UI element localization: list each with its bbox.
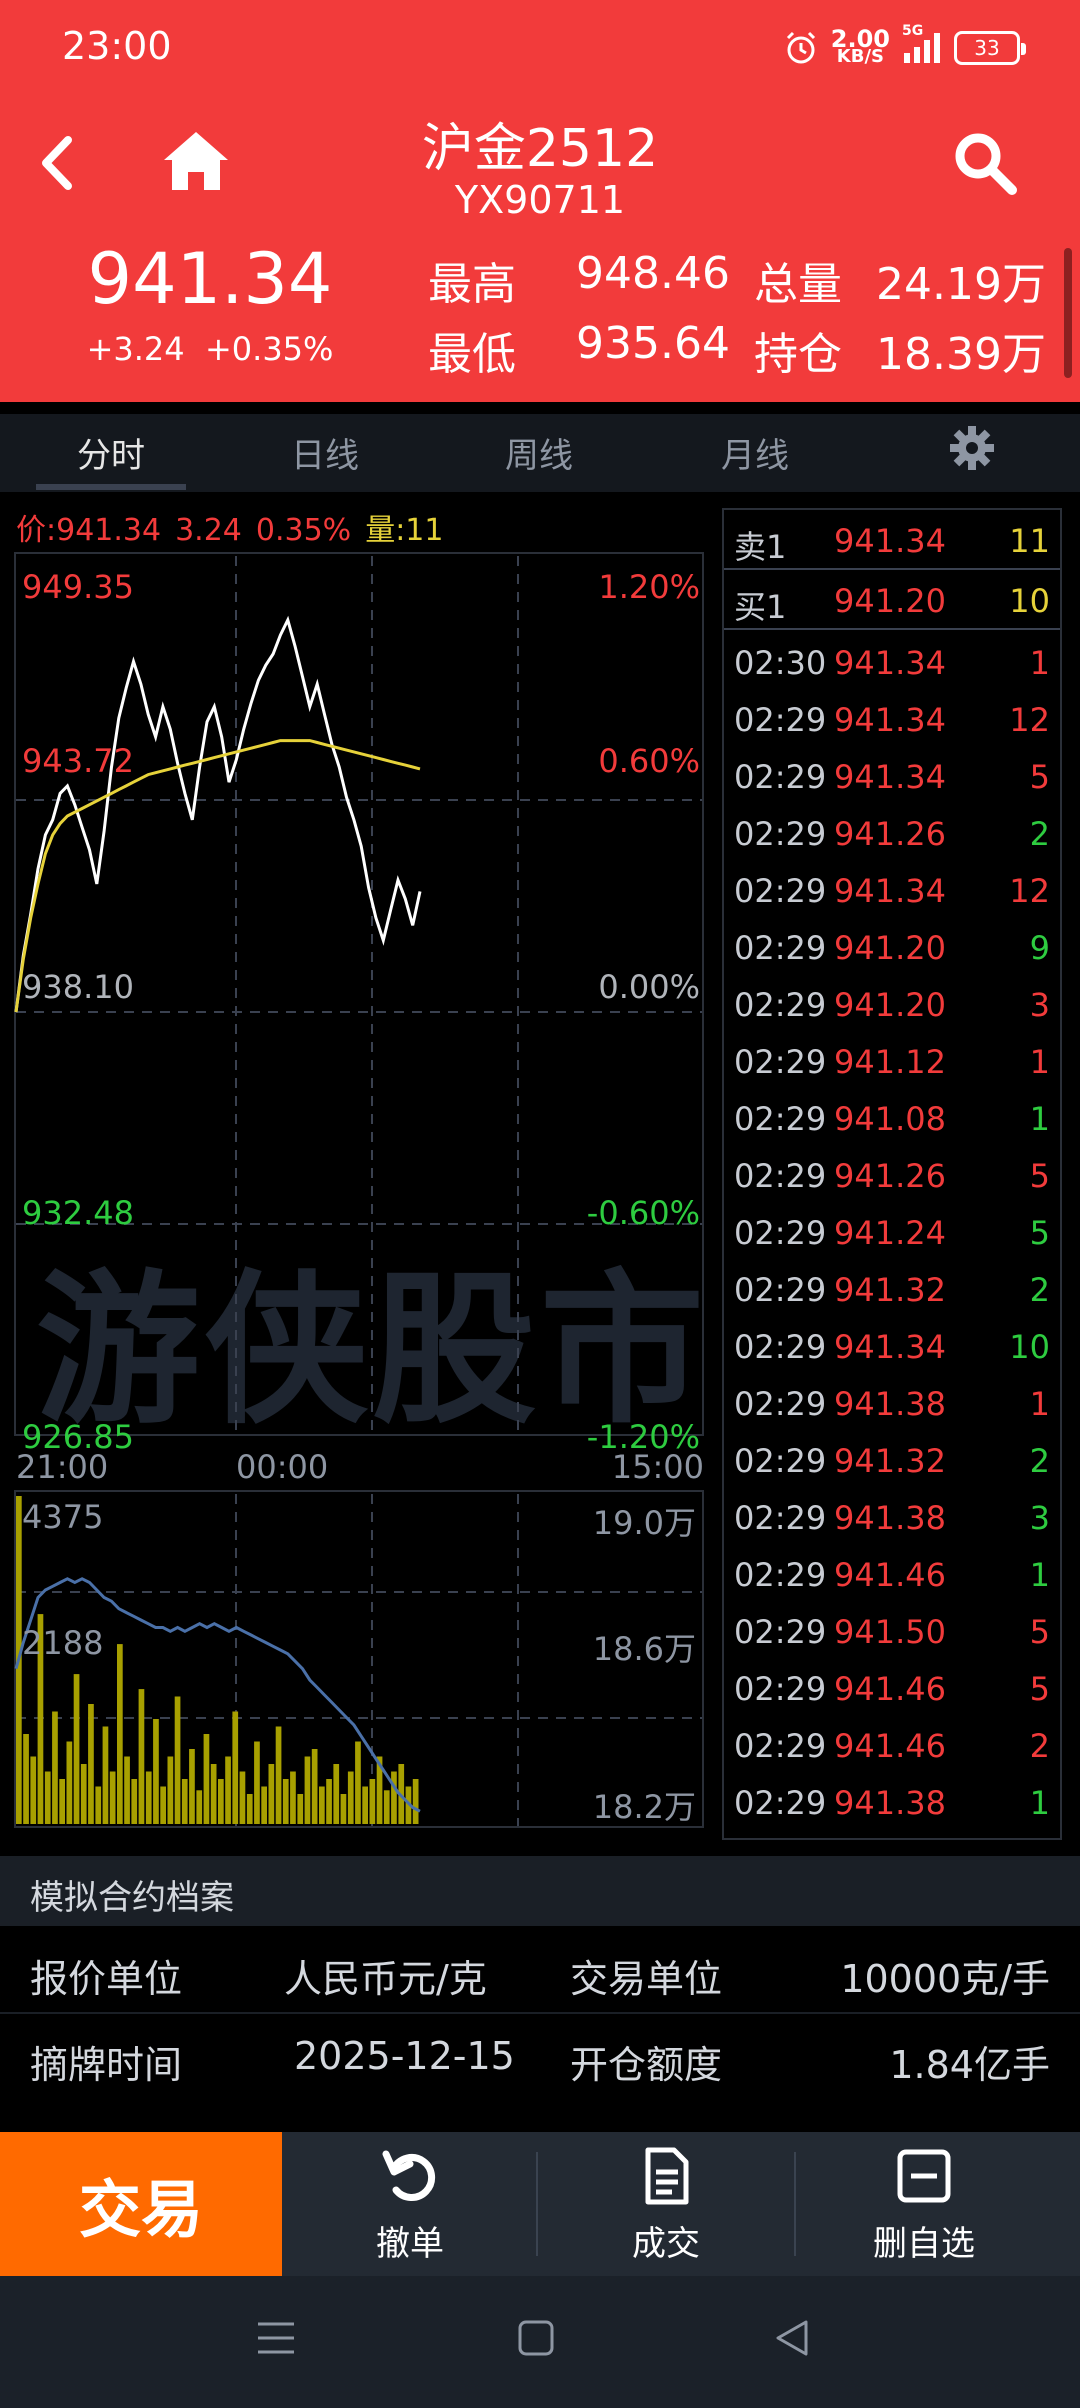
time-tick-label: 15:00 [611, 1448, 704, 1486]
back-arrow-icon[interactable] [28, 128, 88, 198]
price-tick-label: 938.10 [22, 968, 134, 1006]
chart-vol-label: 量 [365, 513, 396, 548]
document-icon [645, 2147, 689, 2205]
home-square-icon[interactable] [516, 2316, 556, 2360]
trade-row: 02:29 941.46 1 [734, 1556, 1050, 1594]
trade-row: 02:29 941.20 3 [734, 986, 1050, 1024]
back-triangle-icon[interactable] [772, 2316, 812, 2360]
contract-info-row: 报价单位 人民币元/克 交易单位 10000克/手 [30, 1957, 1050, 2001]
cancel-order-button[interactable]: 撤单 [282, 2132, 538, 2276]
trade-button[interactable]: 交易 [0, 2132, 282, 2276]
chart-price: 价:941.34 [16, 513, 162, 548]
system-nav-bar [0, 2276, 1080, 2408]
trade-row: 02:29 941.50 5 [734, 1613, 1050, 1651]
trade-row: 02:29 941.34 12 [734, 872, 1050, 910]
oi-label: 持仓 [754, 329, 842, 380]
chart-vol: :11 [395, 513, 444, 548]
order-book[interactable]: 卖1 941.34 11 买1 941.20 10 02:30 941.34 1 02… [722, 508, 1062, 1840]
tab-weekly[interactable]: 周线 [464, 428, 614, 477]
home-icon[interactable] [160, 128, 232, 194]
trade-row: 02:29 941.38 1 [734, 1385, 1050, 1423]
low-value: 935.64 [576, 318, 730, 369]
contract-code: YX90711 [454, 178, 626, 222]
trade-row: 02:29 941.26 2 [734, 815, 1050, 853]
trade-row: 02:29 941.34 5 [734, 758, 1050, 796]
trade-row: 02:29 941.08 1 [734, 1100, 1050, 1138]
oi-tick-label: 18.6万 [592, 1630, 696, 1668]
volume-tick-label: 4375 [22, 1498, 104, 1536]
trade-row: 02:29 941.32 2 [734, 1442, 1050, 1480]
oi-tick-label: 18.2万 [592, 1788, 696, 1826]
book-divider [724, 568, 1060, 570]
price-tick-label: 943.72 [22, 742, 134, 780]
oi-tick-label: 19.0万 [592, 1504, 696, 1542]
pct-tick-label: 1.20% [598, 568, 700, 606]
pct-tick-label: 0.00% [598, 968, 700, 1006]
oi-value: 18.39万 [876, 329, 1046, 380]
book-divider [724, 628, 1060, 630]
volume-tick-label: 2188 [22, 1624, 104, 1662]
chart-change: 3.24 [175, 513, 242, 548]
deal-button[interactable]: 成交 [538, 2132, 794, 2276]
trade-row: 02:29 941.38 3 [734, 1499, 1050, 1537]
contract-title: 沪金2512 [421, 119, 659, 179]
gear-icon[interactable] [948, 424, 996, 472]
price-change: +3.24 +0.35% [86, 330, 334, 368]
low-label: 最低 [428, 329, 516, 380]
volume-label: 总量 [754, 259, 842, 310]
search-icon[interactable] [950, 128, 1020, 198]
price-tick-label: 949.35 [22, 568, 134, 606]
trade-row: 02:29 941.46 5 [734, 1670, 1050, 1708]
chart-info: 价:941.34 3.24 0.35% 量:11 [16, 505, 457, 549]
bid-row: 买1 941.20 10 [734, 582, 1050, 626]
battery-icon: 33 [954, 31, 1026, 65]
trade-row: 02:29 941.34 12 [734, 701, 1050, 739]
trade-row: 02:29 941.34 10 [734, 1328, 1050, 1366]
contract-info-header: 模拟合约档案 [0, 1856, 1080, 1926]
net-speed: 2.00 KB/S [830, 25, 890, 67]
tab-monthly[interactable]: 月线 [680, 428, 830, 477]
chart-pct: 0.35% [255, 513, 352, 548]
bottom-action-bar: 交易 撤单 成交 删自选 [0, 2132, 1080, 2276]
undo-icon [382, 2150, 436, 2201]
tab-intraday[interactable]: 分时 [36, 428, 186, 477]
tab-underline [36, 484, 186, 490]
quote-header: 23:00 2.00 KB/S 5G 33 沪金2512 YX90711 941… [0, 0, 1080, 402]
trade-row: 02:29 941.32 2 [734, 1271, 1050, 1309]
remove-favorite-button[interactable]: 删自选 [796, 2132, 1052, 2276]
trade-row: 02:29 941.12 1 [734, 1043, 1050, 1081]
alarm-icon [786, 31, 815, 64]
trade-row: 02:29 941.26 5 [734, 1157, 1050, 1195]
pct-tick-label: 0.60% [598, 742, 700, 780]
status-time: 23:00 [62, 24, 172, 68]
time-tick-label: 21:00 [16, 1448, 109, 1486]
menu-icon[interactable] [256, 2316, 296, 2360]
status-icons: 2.00 KB/S 5G 33 [783, 23, 1026, 72]
last-price: 941.34 [87, 238, 333, 320]
trade-row: 02:29 941.38 1 [734, 1784, 1050, 1822]
price-tick-label: 932.48 [22, 1194, 134, 1232]
signal-icon: 5G [902, 23, 942, 69]
ask-row: 卖1 941.34 11 [734, 522, 1050, 566]
contract-info-row: 摘牌时间 2025-12-15 开仓额度 1.84亿手 [30, 2034, 1050, 2087]
trade-row: 02:30 941.34 1 [734, 644, 1050, 682]
minus-box-icon [897, 2149, 951, 2203]
trade-row: 02:29 941.46 2 [734, 1727, 1050, 1765]
pct-tick-label: -0.60% [586, 1194, 700, 1232]
status-bar: 23:00 2.00 KB/S 5G 33 [0, 0, 1080, 96]
tab-daily[interactable]: 日线 [250, 428, 400, 477]
trade-row: 02:29 941.24 5 [734, 1214, 1050, 1252]
quote-stats: 最高 948.46 总量 24.19万 最低 935.64 持仓 18.39万 [424, 248, 1054, 388]
time-tick-label: 00:00 [236, 1448, 329, 1486]
header-scrollbar [1064, 248, 1072, 378]
volume-value: 24.19万 [876, 259, 1046, 310]
high-value: 948.46 [576, 248, 730, 299]
high-label: 最高 [428, 259, 516, 310]
period-tabs: 分时 日线 周线 月线 [0, 414, 1080, 492]
trade-row: 02:29 941.20 9 [734, 929, 1050, 967]
